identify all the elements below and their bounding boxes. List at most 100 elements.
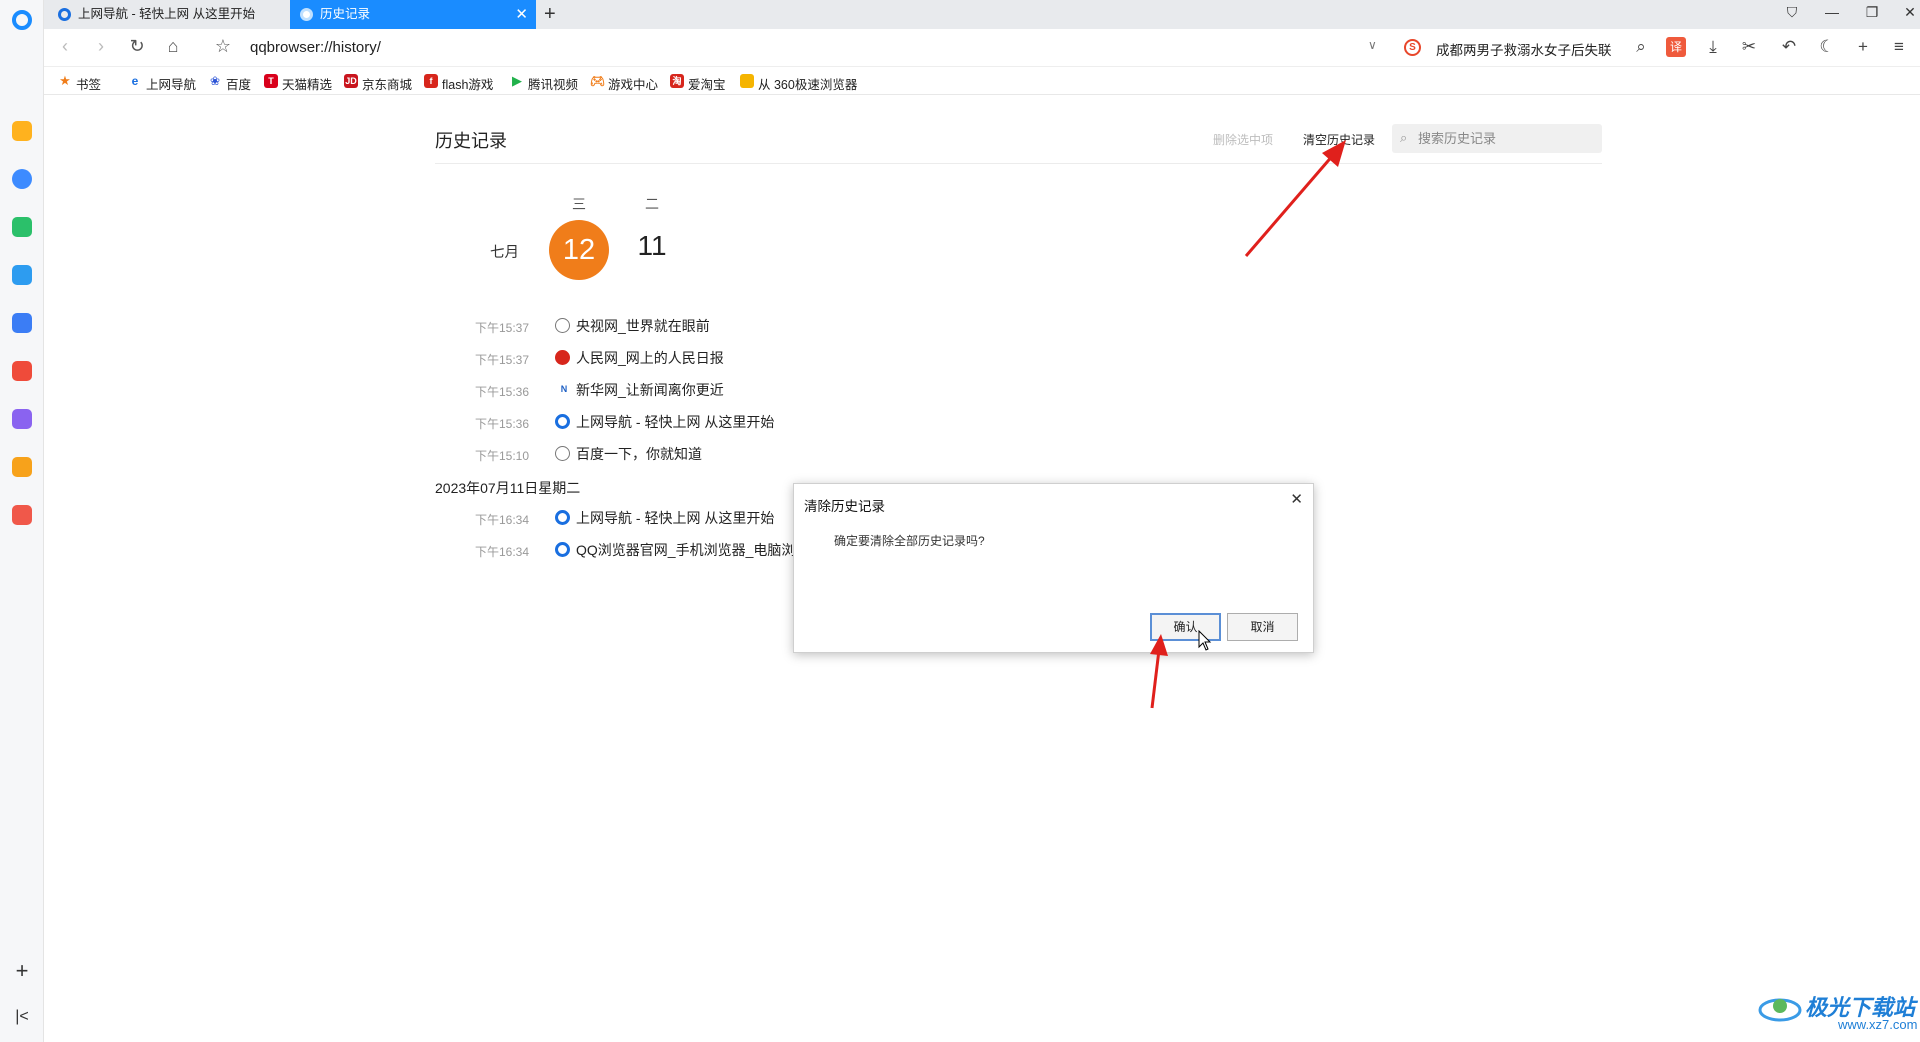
header-divider <box>435 163 1602 164</box>
add-sidebar-icon[interactable]: + <box>12 958 32 984</box>
tencent-video-icon: ▶ <box>512 73 522 88</box>
baidu-paw-icon: ❀ <box>209 74 221 88</box>
wechat-icon[interactable] <box>12 217 32 237</box>
history-entry[interactable]: 下午16:34 QQ浏览器官网_手机浏览器_电脑浏览器 <box>435 538 793 562</box>
history-entry[interactable]: 下午15:36 上网导航 - 轻快上网 从这里开始 <box>435 410 835 434</box>
entry-time: 下午15:10 <box>475 449 530 463</box>
history-tab-icon <box>300 8 313 21</box>
history-entry[interactable]: 下午16:34 上网导航 - 轻快上网 从这里开始 <box>435 506 835 530</box>
history-search-input[interactable] <box>1418 128 1598 149</box>
tab-title: 上网导航 - 轻快上网 从这里开始 <box>78 7 256 21</box>
flash-game-icon: f <box>424 74 438 88</box>
delete-selected-button[interactable]: 删除选中项 <box>1213 131 1273 148</box>
search-icon: ⌕ <box>1400 130 1408 145</box>
clear-history-button[interactable]: 清空历史记录 <box>1303 131 1375 148</box>
people-daily-icon <box>555 350 570 365</box>
forward-icon[interactable]: › <box>90 36 112 57</box>
edit-tool-icon[interactable] <box>12 409 32 429</box>
globe-icon <box>555 446 570 461</box>
search-tool-icon[interactable] <box>12 457 32 477</box>
url-field[interactable]: qqbrowser://history/ <box>250 39 381 56</box>
new-tab-icon[interactable]: + <box>544 0 556 28</box>
address-bar: ‹ › ↻ ⌂ ☆ qqbrowser://history/ ∨ S 成都两男子… <box>44 29 1920 67</box>
qq-browser-icon <box>555 414 570 429</box>
gamepad-icon: 🎮︎ <box>590 74 606 88</box>
ie-icon: e <box>131 74 139 88</box>
extensions-plus-icon[interactable]: + <box>1852 37 1874 57</box>
date-header: 2023年07月11日星期二 <box>435 480 581 496</box>
refresh-icon[interactable]: ↻ <box>126 36 148 57</box>
night-mode-moon-icon[interactable]: ☾ <box>1816 37 1838 57</box>
history-clock-icon[interactable] <box>12 169 32 189</box>
favorites-star-icon[interactable] <box>12 121 32 141</box>
minimize-icon[interactable]: — <box>1822 4 1842 20</box>
tab-history[interactable]: 历史记录 ✕ <box>290 0 536 29</box>
entry-time: 下午15:36 <box>475 385 530 399</box>
undo-icon[interactable]: ↶ <box>1778 37 1800 57</box>
bookmark-item[interactable]: ▶ 腾讯视频 <box>510 74 578 93</box>
app-store-icon[interactable] <box>12 505 32 525</box>
restore-icon[interactable]: ❐ <box>1862 4 1882 21</box>
history-entry[interactable]: 下午15:37 人民网_网上的人民日报 <box>435 346 835 370</box>
home-icon[interactable]: ⌂ <box>162 36 184 57</box>
url-dropdown-icon[interactable]: ∨ <box>1368 38 1377 52</box>
download-icon[interactable]: ⤓ <box>1702 37 1724 57</box>
day-selector-active[interactable]: 12 <box>549 220 609 280</box>
entry-title[interactable]: 上网导航 - 轻快上网 从这里开始 <box>576 508 774 528</box>
jd-icon: JD <box>344 74 358 88</box>
bookmark-item[interactable]: T 天猫精选 <box>264 74 332 93</box>
bookmark-item[interactable]: f flash游戏 <box>424 74 493 93</box>
hot-news-text[interactable]: 成都两男子救溺水女子后失联 <box>1436 39 1612 59</box>
cloud-icon[interactable] <box>12 313 32 333</box>
dialog-title: 清除历史记录 <box>804 499 885 514</box>
history-entry[interactable]: 下午15:36 N 新华网_让新闻离你更近 <box>435 378 835 402</box>
folder-icon <box>740 74 754 88</box>
qq-browser-tab-icon <box>58 8 71 21</box>
close-dialog-icon[interactable]: ✕ <box>1290 490 1303 508</box>
tab-title: 历史记录 <box>320 7 371 21</box>
bookmark-item[interactable]: e 上网导航 <box>128 74 196 93</box>
entry-title[interactable]: 百度一下，你就知道 <box>576 444 702 464</box>
entry-title[interactable]: 人民网_网上的人民日报 <box>576 348 724 368</box>
back-icon[interactable]: ‹ <box>54 36 76 57</box>
translate-icon[interactable]: 译 <box>1666 37 1686 57</box>
history-entry[interactable]: 下午15:10 百度一下，你就知道 <box>435 442 835 466</box>
entry-title[interactable]: QQ浏览器官网_手机浏览器_电脑浏览器 <box>576 540 793 560</box>
star-icon: ★ <box>59 73 71 88</box>
history-entry[interactable]: 下午15:37 央视网_世界就在眼前 <box>435 314 835 338</box>
bookmark-item[interactable]: 🎮︎ 游戏中心 <box>590 74 658 93</box>
close-window-icon[interactable]: ✕ <box>1900 4 1920 21</box>
weekday-label: 三 <box>572 196 586 212</box>
file-transfer-icon[interactable] <box>12 265 32 285</box>
watermark-logo-icon <box>1758 998 1802 1022</box>
shirt-skin-icon[interactable]: ⛉ <box>1782 4 1802 21</box>
mouse-cursor-icon <box>1198 630 1212 651</box>
bookmark-item[interactable]: 从 360极速浏览器 <box>740 74 906 93</box>
search-icon[interactable]: ⌕ <box>1630 37 1652 57</box>
globe-icon <box>555 318 570 333</box>
close-tab-icon[interactable]: ✕ <box>515 0 528 29</box>
cancel-button[interactable]: 取消 <box>1227 613 1298 641</box>
entry-time: 下午15:36 <box>475 417 530 431</box>
weekday-label: 二 <box>645 196 659 212</box>
entry-title[interactable]: 上网导航 - 轻快上网 从这里开始 <box>576 412 774 432</box>
entry-time: 下午16:34 <box>475 545 530 559</box>
day-selector[interactable]: 11 <box>622 230 682 262</box>
qq-browser-logo-icon[interactable] <box>12 10 32 30</box>
watermark-url: www.xz7.com <box>1838 1017 1918 1032</box>
bookmark-star-icon[interactable]: ☆ <box>212 36 234 57</box>
entry-time: 下午15:37 <box>475 353 530 367</box>
bookmark-item[interactable]: ❀ 百度 <box>208 74 251 93</box>
menu-icon[interactable]: ≡ <box>1888 37 1910 57</box>
bookmark-item[interactable]: 淘爱淘宝 <box>670 74 726 93</box>
bookmark-item[interactable]: ★ 书签 <box>58 74 101 93</box>
entry-title[interactable]: 新华网_让新闻离你更近 <box>576 380 724 400</box>
scissors-screenshot-icon[interactable]: ✂ <box>1738 37 1760 57</box>
history-search-box[interactable]: ⌕ <box>1392 124 1602 153</box>
tab-navigation[interactable]: 上网导航 - 轻快上网 从这里开始 <box>48 0 288 29</box>
pdf-icon[interactable] <box>12 361 32 381</box>
sogou-search-icon[interactable]: S <box>1404 39 1421 56</box>
entry-title[interactable]: 央视网_世界就在眼前 <box>576 316 710 336</box>
bookmark-item[interactable]: JD 京东商城 <box>344 74 412 93</box>
collapse-sidebar-icon[interactable]: |< <box>12 1008 32 1026</box>
